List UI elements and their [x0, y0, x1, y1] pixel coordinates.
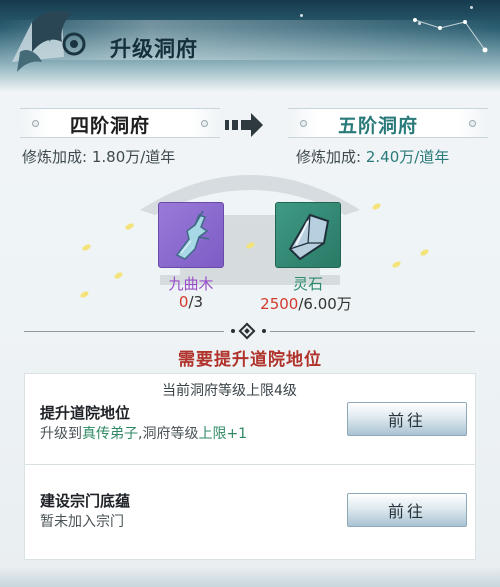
diamond-ornament-icon	[238, 322, 256, 340]
ornament-dot	[201, 120, 208, 127]
current-level-name: 四阶洞府	[70, 115, 151, 137]
leaf-decoration	[81, 243, 92, 252]
divider-line	[270, 331, 475, 332]
material-count-wood: 0/3	[151, 293, 231, 311]
bottom-fade	[0, 566, 500, 587]
material-count-spirit-stone: 2500/6.00万	[236, 293, 376, 314]
dragon-emblem-icon	[12, 10, 86, 72]
material-slot-spirit-stone[interactable]	[275, 202, 341, 268]
go-to-sect-button[interactable]: 前往	[347, 493, 467, 527]
level-cap-note: 当前洞府等级上限4级	[162, 383, 297, 399]
next-level-name: 五阶洞府	[338, 115, 419, 137]
required-count: /6.00万	[298, 295, 352, 313]
spirit-stone-icon	[288, 213, 330, 261]
material-name-wood: 九曲木	[168, 275, 214, 293]
requirements-title: 需要提升道院地位	[178, 350, 322, 370]
requirement-description: 升级到真传弟子,洞府等级上限+1	[40, 423, 247, 443]
required-count: /3	[188, 293, 204, 311]
ornament-dot	[231, 329, 235, 333]
ornament-dot	[300, 120, 307, 127]
stat-label: 修炼加成:	[296, 148, 362, 166]
current-cultivation-bonus: 修炼加成: 1.80万/道年	[22, 146, 175, 167]
material-name-spirit-stone: 灵石	[292, 275, 323, 293]
leaf-decoration	[79, 290, 90, 299]
desc-text: 升级到	[40, 426, 82, 442]
card-separator	[36, 464, 460, 465]
star-decoration	[300, 14, 303, 17]
desc-highlight: 真传弟子	[82, 426, 138, 442]
desc-highlight: 上限+1	[198, 426, 248, 442]
material-slot-wood[interactable]	[158, 202, 224, 268]
page-title: 升级洞府	[110, 37, 198, 61]
ornament-dot	[32, 120, 39, 127]
ornament-dot	[262, 329, 266, 333]
constellation-decoration	[413, 18, 488, 53]
desc-text: ,洞府等级	[138, 426, 199, 442]
requirement-name: 提升道院地位	[40, 404, 131, 422]
stat-value: 1.80万/道年	[91, 148, 176, 166]
wood-branch-icon	[175, 210, 210, 260]
next-cultivation-bonus: 修炼加成: 2.40万/道年	[296, 146, 449, 167]
star-decoration	[418, 22, 421, 25]
leaf-decoration	[391, 260, 402, 269]
owned-count: 2500	[260, 295, 299, 313]
upgrade-dwelling-panel: 升级洞府 四阶洞府 五阶洞府 修炼加成: 1.80万/道年 修炼加成: 2.40…	[0, 0, 500, 587]
ornament-dot	[469, 120, 476, 127]
upgrade-arrow-icon	[225, 113, 263, 137]
leaf-decoration	[419, 248, 430, 257]
stat-value: 2.40万/道年	[365, 148, 450, 166]
stat-label: 修炼加成:	[22, 148, 88, 166]
requirement-name: 建设宗门底蕴	[40, 492, 131, 510]
divider-line	[24, 331, 224, 332]
star-decoration	[470, 6, 473, 9]
go-to-rank-button[interactable]: 前往	[347, 402, 467, 436]
requirement-description: 暂未加入宗门	[40, 514, 124, 530]
